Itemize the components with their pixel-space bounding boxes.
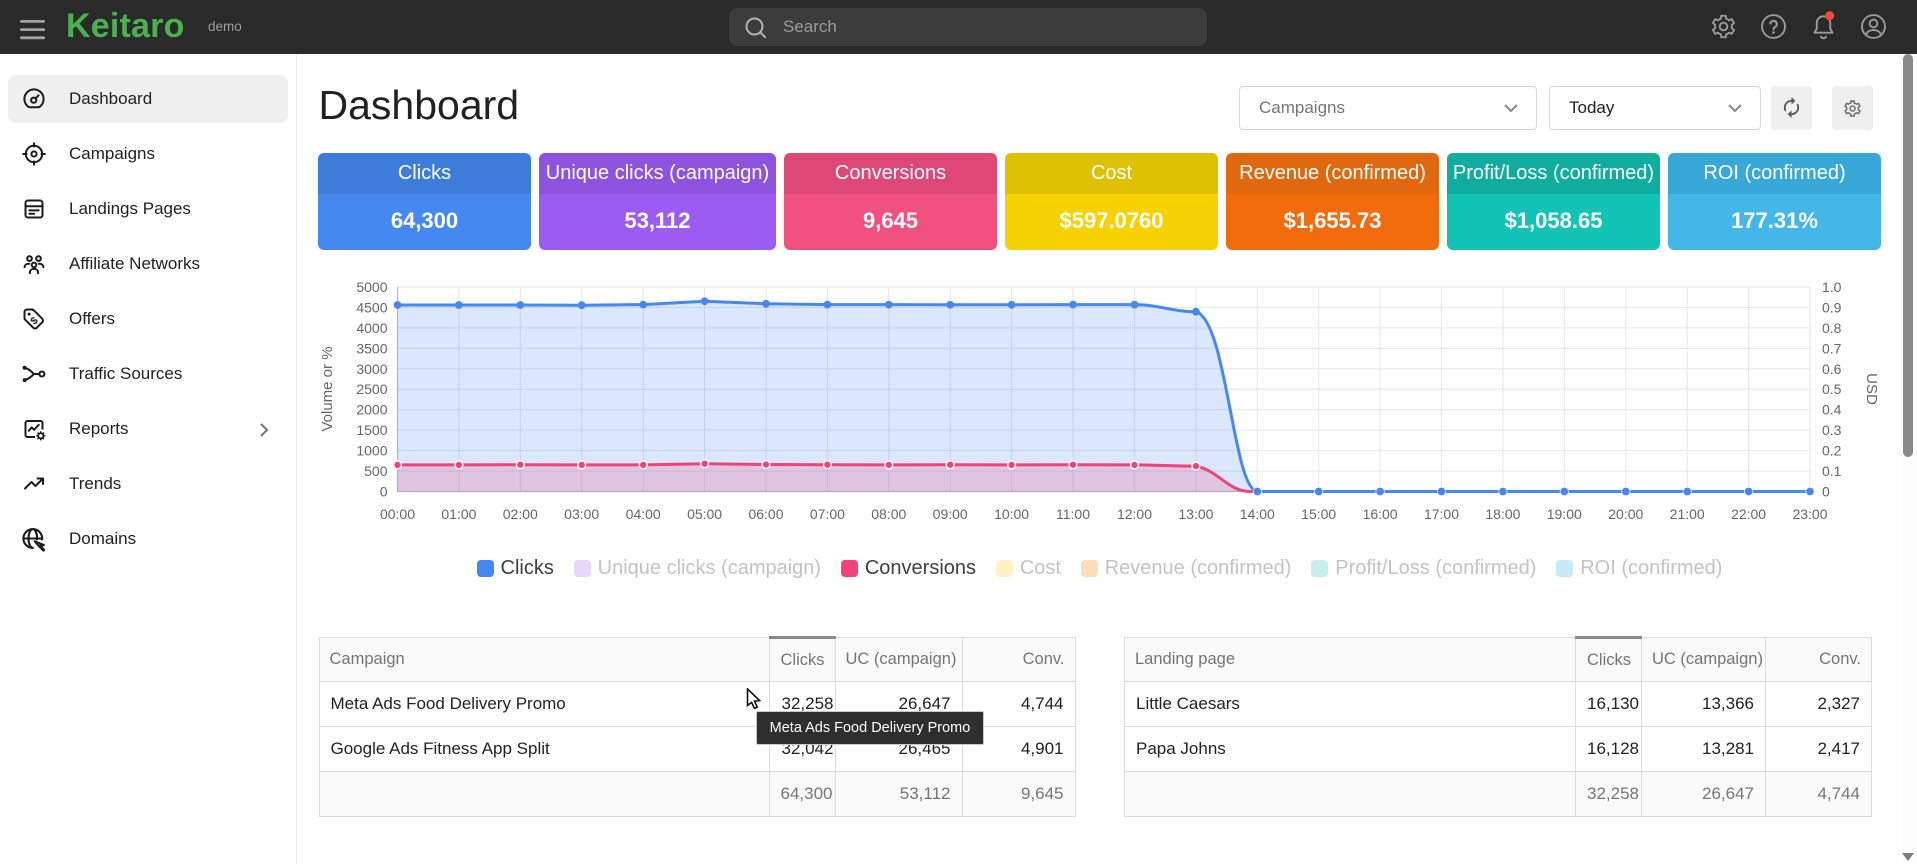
svg-text:0.8: 0.8 — [1822, 320, 1842, 336]
svg-text:18:00: 18:00 — [1485, 506, 1520, 522]
svg-text:14:00: 14:00 — [1240, 506, 1275, 522]
svg-text:5000: 5000 — [356, 279, 387, 295]
svg-text:0.9: 0.9 — [1822, 299, 1842, 315]
svg-text:12:00: 12:00 — [1117, 506, 1152, 522]
svg-text:04:00: 04:00 — [626, 506, 661, 522]
svg-text:0.3: 0.3 — [1822, 422, 1842, 438]
svg-text:07:00: 07:00 — [810, 506, 845, 522]
svg-text:11:00: 11:00 — [1056, 506, 1090, 522]
svg-text:21:00: 21:00 — [1670, 506, 1705, 522]
svg-text:05:00: 05:00 — [687, 506, 722, 522]
svg-text:0: 0 — [380, 484, 388, 500]
svg-text:02:00: 02:00 — [503, 506, 538, 522]
svg-text:2500: 2500 — [356, 381, 387, 397]
svg-text:0.6: 0.6 — [1822, 361, 1842, 377]
svg-text:0.5: 0.5 — [1822, 381, 1842, 397]
svg-text:0.4: 0.4 — [1822, 402, 1842, 418]
svg-text:09:00: 09:00 — [933, 506, 968, 522]
svg-text:17:00: 17:00 — [1424, 506, 1459, 522]
svg-text:08:00: 08:00 — [871, 506, 906, 522]
svg-text:3500: 3500 — [356, 340, 387, 356]
svg-text:1500: 1500 — [356, 422, 387, 438]
svg-text:20:00: 20:00 — [1608, 506, 1643, 522]
svg-text:23:00: 23:00 — [1792, 506, 1827, 522]
svg-text:10:00: 10:00 — [994, 506, 1029, 522]
svg-text:22:00: 22:00 — [1731, 506, 1766, 522]
svg-text:USD: USD — [1863, 373, 1880, 405]
svg-text:3000: 3000 — [356, 361, 387, 377]
svg-text:16:00: 16:00 — [1363, 506, 1398, 522]
svg-text:00:00: 00:00 — [380, 506, 415, 522]
svg-text:0: 0 — [1822, 484, 1830, 500]
svg-text:0.2: 0.2 — [1822, 443, 1842, 459]
svg-text:06:00: 06:00 — [748, 506, 783, 522]
svg-text:13:00: 13:00 — [1178, 506, 1213, 522]
svg-text:500: 500 — [364, 463, 388, 479]
svg-text:0.7: 0.7 — [1822, 340, 1842, 356]
svg-text:1.0: 1.0 — [1822, 279, 1842, 295]
svg-text:01:00: 01:00 — [441, 506, 476, 522]
svg-text:15:00: 15:00 — [1301, 506, 1336, 522]
svg-text:03:00: 03:00 — [564, 506, 599, 522]
svg-text:0.1: 0.1 — [1822, 463, 1842, 479]
svg-text:4000: 4000 — [356, 320, 387, 336]
svg-text:2000: 2000 — [356, 402, 387, 418]
svg-text:4500: 4500 — [356, 299, 387, 315]
svg-text:1000: 1000 — [356, 443, 387, 459]
svg-text:19:00: 19:00 — [1547, 506, 1582, 522]
svg-text:Volume or %: Volume or % — [319, 346, 336, 431]
